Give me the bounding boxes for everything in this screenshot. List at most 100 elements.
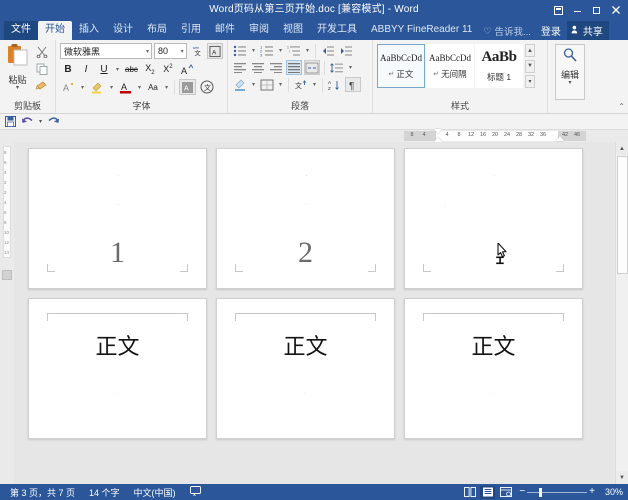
styles-scroll-up-icon[interactable]: ▲	[525, 44, 535, 57]
word-count[interactable]: 14 个字	[82, 486, 127, 499]
decrease-indent-icon[interactable]	[320, 43, 336, 58]
scroll-up-icon[interactable]: ▲	[616, 142, 628, 155]
numbering-caret-icon[interactable]: ▾	[277, 47, 284, 54]
justify-icon[interactable]	[286, 60, 302, 75]
change-case-caret-icon[interactable]: ▾	[163, 84, 170, 91]
first-line-indent-marker[interactable]	[434, 129, 442, 134]
style-no-spacing[interactable]: AaBbCcDd ↵ 无间隔	[426, 44, 474, 88]
editing-find-button[interactable]: 编辑 ▾	[555, 44, 585, 100]
multilevel-caret-icon[interactable]: ▾	[304, 47, 311, 54]
tell-me-search[interactable]: ♡ 告诉我...	[479, 22, 535, 40]
asian-layout-caret-icon[interactable]: ▾	[311, 81, 318, 88]
shading-icon[interactable]	[232, 77, 248, 92]
document-page[interactable]: 正文 ·	[28, 298, 207, 439]
style-heading-1[interactable]: AaBb 标题 1	[475, 44, 523, 88]
close-icon[interactable]	[606, 1, 625, 19]
tab-references[interactable]: 引用	[174, 21, 208, 40]
line-spacing-icon[interactable]	[329, 60, 345, 75]
sort-icon[interactable]: AZ	[327, 77, 343, 92]
bullets-icon[interactable]	[232, 43, 248, 58]
highlight-caret-icon[interactable]: ▾	[108, 84, 115, 91]
numbering-icon[interactable]: 123	[259, 43, 275, 58]
distribute-icon[interactable]	[304, 60, 320, 75]
phonetic-guide-icon[interactable]: wén文	[189, 43, 205, 59]
document-page[interactable]: 正文 ·	[404, 298, 583, 439]
zoom-slider[interactable]: − +	[516, 487, 598, 497]
print-layout-icon[interactable]	[480, 486, 495, 499]
undo-icon[interactable]	[21, 116, 34, 127]
paste-caret-icon[interactable]: ▾	[16, 86, 19, 91]
chevron-down-icon[interactable]: ▾	[178, 48, 184, 55]
pages-scroll-area[interactable]: · · 1 · · 2 · ·	[14, 142, 615, 484]
align-right-icon[interactable]	[268, 60, 284, 75]
zoom-thumb[interactable]	[539, 488, 542, 497]
increase-indent-icon[interactable]	[338, 43, 354, 58]
ribbon-display-options-icon[interactable]	[549, 1, 568, 19]
tab-review[interactable]: 审阅	[242, 21, 276, 40]
tab-home[interactable]: 开始	[38, 21, 72, 40]
vertical-ruler[interactable]: 8 6 4 2 2 4 6 8 10 12 14	[0, 142, 14, 484]
restore-icon[interactable]	[587, 1, 606, 19]
character-border-icon[interactable]: A	[207, 43, 223, 59]
styles-scroll-down-icon[interactable]: ▼	[525, 60, 535, 73]
collapse-ribbon-icon[interactable]: ⌃	[618, 102, 625, 111]
styles-more-icon[interactable]: ▾	[525, 75, 535, 88]
borders-icon[interactable]	[259, 77, 275, 92]
minimize-icon[interactable]	[568, 1, 587, 19]
zoom-out-button[interactable]: −	[519, 487, 525, 497]
zoom-track[interactable]	[527, 492, 587, 493]
tab-developer[interactable]: 开发工具	[310, 21, 364, 40]
font-size-combo[interactable]: 80 ▾	[154, 43, 187, 59]
sign-in-button[interactable]: 登录	[535, 21, 567, 40]
editing-caret-icon[interactable]: ▾	[568, 81, 571, 86]
bold-button[interactable]: B	[60, 61, 76, 77]
align-center-icon[interactable]	[250, 60, 266, 75]
tab-design[interactable]: 设计	[106, 21, 140, 40]
vertical-scrollbar[interactable]: ▲ ▼	[615, 142, 628, 484]
copy-icon[interactable]	[33, 61, 50, 76]
strikethrough-button[interactable]: abc	[123, 61, 140, 77]
share-button[interactable]: 共享	[567, 21, 609, 40]
grow-font-button[interactable]: A	[178, 61, 195, 77]
format-painter-icon[interactable]	[33, 78, 50, 93]
font-name-combo[interactable]: 微软雅黑 ▾	[60, 43, 152, 59]
font-color-caret-icon[interactable]: ▾	[136, 84, 143, 91]
document-page[interactable]: · ·	[404, 148, 583, 289]
underline-caret-icon[interactable]: ▾	[114, 66, 121, 73]
text-effects-button[interactable]: A	[60, 79, 77, 95]
chevron-down-icon[interactable]: ▾	[143, 48, 149, 55]
multilevel-list-icon[interactable]: 1i	[286, 43, 302, 58]
right-indent-marker[interactable]	[556, 136, 564, 141]
tab-view[interactable]: 视图	[276, 21, 310, 40]
borders-caret-icon[interactable]: ▾	[277, 81, 284, 88]
web-layout-icon[interactable]	[498, 486, 513, 499]
text-effects-caret-icon[interactable]: ▾	[79, 84, 86, 91]
subscript-button[interactable]: X2	[142, 61, 158, 77]
document-page[interactable]: · · 1	[28, 148, 207, 289]
redo-icon[interactable]	[47, 116, 60, 127]
horizontal-ruler[interactable]: 8 4 4 8 12 16 20 24 28 32 36 42 46	[404, 131, 586, 141]
zoom-in-button[interactable]: +	[589, 487, 595, 497]
tab-layout[interactable]: 布局	[140, 21, 174, 40]
line-spacing-caret-icon[interactable]: ▾	[347, 64, 354, 71]
read-mode-icon[interactable]	[462, 486, 477, 499]
underline-button[interactable]: U	[96, 61, 112, 77]
character-shading-button[interactable]: 文	[198, 79, 216, 95]
cut-icon[interactable]	[33, 44, 50, 59]
undo-caret-icon[interactable]: ▾	[39, 118, 42, 125]
zoom-level[interactable]: 30%	[601, 487, 625, 497]
paste-button[interactable]: 粘贴 ▾	[4, 42, 31, 100]
document-page[interactable]: 正文 ·	[216, 298, 395, 439]
language[interactable]: 中文(中国)	[127, 486, 183, 499]
scroll-down-icon[interactable]: ▼	[616, 471, 628, 484]
bullets-caret-icon[interactable]: ▾	[250, 47, 257, 54]
tab-stop-icon[interactable]	[2, 270, 12, 280]
tab-mailings[interactable]: 邮件	[208, 21, 242, 40]
change-case-button[interactable]: Aa	[145, 79, 161, 95]
asian-layout-icon[interactable]: 文	[293, 77, 309, 92]
tab-insert[interactable]: 插入	[72, 21, 106, 40]
document-page[interactable]: · · 2	[216, 148, 395, 289]
tab-abbyy-finereader[interactable]: ABBYY FineReader 11	[364, 21, 479, 40]
scroll-thumb[interactable]	[617, 156, 628, 274]
align-left-icon[interactable]	[232, 60, 248, 75]
